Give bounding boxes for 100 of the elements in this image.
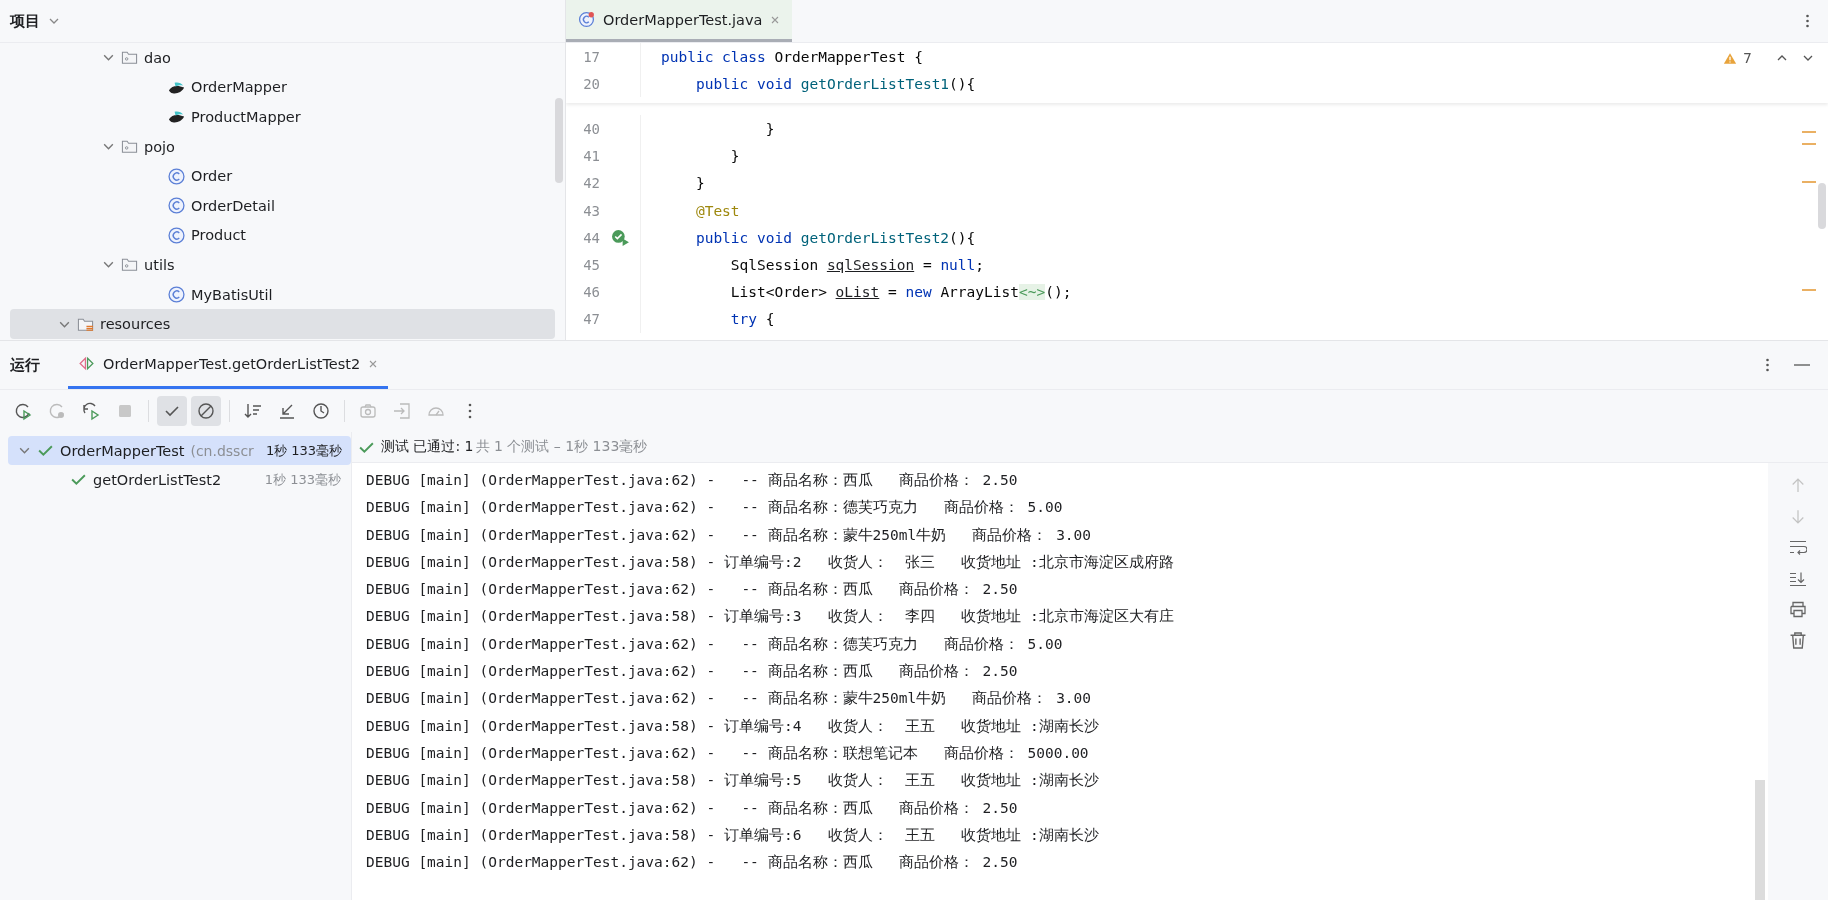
console-line: DEBUG [main] (OrderMapperTest.java:58) - 订单编号:6 收货人： 王五 收货地址 :湖南长沙 [366, 825, 1099, 845]
line-number: 40 [582, 120, 600, 137]
show-passed-button[interactable] [157, 396, 187, 426]
code-line: } [729, 148, 740, 165]
test-summary: 共 1 个测试 – 1秒 133毫秒 [475, 438, 648, 456]
console-line: DEBUG [main] (OrderMapperTest.java:62) - -- 商品名称：西瓜 商品价格： 2.50 [366, 853, 1018, 873]
tree-item-label: Product [191, 227, 247, 244]
tree-item-label: resources [100, 316, 171, 333]
code-line: List<Order> oList = new ArrayList<~>(); [729, 284, 1072, 301]
panel-title: 项目 [10, 11, 40, 31]
tree-item[interactable]: Order [10, 161, 555, 191]
folder-icon [121, 49, 138, 67]
tree-item[interactable]: Product [10, 220, 555, 251]
scrollbar-thumb[interactable] [1755, 780, 1765, 900]
console-line: DEBUG [main] (OrderMapperTest.java:58) - 订单编号:2 收货人： 张三 收货地址 :北京市海淀区成府路 [366, 552, 1174, 572]
rerun-icon [13, 401, 33, 421]
console-line: DEBUG [main] (OrderMapperTest.java:58) - 订单编号:3 收货人： 李四 收货地址 :北京市海淀区大有庄 [366, 607, 1174, 627]
class-icon [168, 197, 185, 215]
trash-icon[interactable] [1789, 632, 1807, 649]
tree-item[interactable]: OrderMapper [10, 72, 555, 103]
scroll-to-end-icon[interactable] [1789, 570, 1807, 587]
code-line: public void getOrderListTest1(){ [694, 75, 976, 92]
more-icon[interactable] [1805, 13, 1810, 29]
code-line: public class OrderMapperTest { [661, 48, 923, 65]
code-line: SqlSession sqlSession = null; [729, 256, 985, 273]
line-number: 45 [582, 256, 600, 273]
tree-item-label: dao [144, 49, 171, 66]
cancel-icon [196, 401, 216, 421]
class-icon [168, 226, 185, 244]
warning-icon[interactable] [1723, 51, 1738, 65]
close-icon[interactable] [770, 14, 781, 25]
line-number: 41 [582, 148, 600, 165]
tree-item[interactable]: OrderDetail [10, 190, 555, 221]
console-line: DEBUG [main] (OrderMapperTest.java:62) - -- 商品名称：西瓜 商品价格： 2.50 [366, 798, 1018, 818]
rerun-failed-icon [47, 401, 67, 421]
code-line: } [694, 175, 705, 192]
test-name: OrderMapperTest [60, 442, 185, 459]
test-tree-item[interactable]: OrderMapperTest (cn.dsscr 1秒 133毫秒 [8, 436, 351, 465]
test-tree-item[interactable]: getOrderListTest2 1秒 133毫秒 [8, 465, 351, 494]
test-duration: 1秒 133毫秒 [265, 441, 343, 460]
test-name: getOrderListTest2 [93, 471, 222, 488]
test-class-icon [578, 11, 595, 28]
code-line: try { [729, 311, 775, 328]
code-line: @Test [694, 202, 740, 219]
line-number: 46 [582, 284, 600, 301]
line-number: 47 [582, 311, 600, 328]
run-test-icon[interactable] [610, 229, 630, 247]
tree-item[interactable]: ProductMapper [10, 102, 555, 132]
close-icon[interactable] [368, 358, 379, 369]
scrollbar-thumb[interactable] [555, 98, 563, 183]
show-ignored-button[interactable] [191, 396, 221, 426]
console-line: DEBUG [main] (OrderMapperTest.java:62) - -- 商品名称：西瓜 商品价格： 2.50 [366, 471, 1018, 490]
camera-icon [358, 401, 378, 421]
line-number: 43 [582, 202, 600, 219]
folder-icon [121, 138, 138, 156]
console-line: DEBUG [main] (OrderMapperTest.java:62) - -- 商品名称：西瓜 商品价格： 2.50 [366, 662, 1018, 682]
line-number: 42 [582, 175, 600, 192]
line-number: 44 [582, 229, 600, 246]
console-line: DEBUG [main] (OrderMapperTest.java:62) - -- 商品名称：德芙巧克力 商品价格： 5.00 [366, 634, 1063, 654]
tree-item-label: pojo [144, 138, 175, 155]
class-icon [168, 286, 185, 304]
clock-icon [311, 401, 331, 421]
line-number: 17 [582, 48, 600, 65]
console-line: DEBUG [main] (OrderMapperTest.java:62) - -- 商品名称：蒙牛250ml牛奶 商品价格： 3.00 [366, 525, 1092, 545]
tree-item-label: OrderDetail [191, 197, 275, 214]
scrollbar-thumb[interactable] [1818, 183, 1826, 229]
test-diff-icon [78, 355, 95, 372]
auto-test-icon [81, 401, 101, 421]
tree-item[interactable]: MyBatisUtil [10, 279, 555, 310]
tree-item[interactable]: dao [10, 43, 555, 73]
console-line: DEBUG [main] (OrderMapperTest.java:58) - 订单编号:4 收货人： 王五 收货地址 :湖南长沙 [366, 716, 1099, 736]
run-tab[interactable]: OrderMapperTest.getOrderListTest2 [68, 341, 389, 389]
editor-tab[interactable]: OrderMapperTest.java [566, 0, 793, 42]
console-line: DEBUG [main] (OrderMapperTest.java:62) - -- 商品名称：西瓜 商品价格： 2.50 [366, 580, 1018, 600]
line-number: 20 [582, 75, 600, 92]
test-duration: 1秒 133毫秒 [264, 470, 341, 489]
print-icon[interactable] [1789, 601, 1807, 618]
more-icon[interactable] [1765, 357, 1770, 373]
minimize-icon[interactable] [1794, 363, 1810, 367]
soft-wrap-icon[interactable] [1789, 539, 1807, 556]
folder-icon [121, 256, 138, 274]
warning-count: 7 [1743, 50, 1752, 66]
console-line: DEBUG [main] (OrderMapperTest.java:62) - -- 商品名称：蒙牛250ml牛奶 商品价格： 3.00 [366, 689, 1092, 709]
console-line: DEBUG [main] (OrderMapperTest.java:62) - -- 商品名称：德芙巧克力 商品价格： 5.00 [366, 498, 1063, 518]
more-icon [468, 403, 472, 419]
tree-item[interactable]: utils [10, 250, 555, 280]
tree-item-label: Order [191, 168, 233, 185]
tree-item[interactable]: pojo [10, 131, 555, 162]
code-line: public void getOrderListTest2(){ [694, 229, 976, 246]
tree-item-label: utils [144, 256, 175, 273]
code-line: } [764, 120, 775, 137]
import-icon [392, 401, 412, 421]
test-package: (cn.dsscr [190, 442, 254, 459]
tree-item-label: ProductMapper [191, 109, 301, 125]
tree-item[interactable]: resources [10, 309, 555, 339]
console-line: DEBUG [main] (OrderMapperTest.java:62) - -- 商品名称：联想笔记本 商品价格： 5000.00 [366, 743, 1089, 763]
tree-item-label: OrderMapper [191, 79, 287, 96]
console-line: DEBUG [main] (OrderMapperTest.java:58) - 订单编号:5 收货人： 王五 收货地址 :湖南长沙 [366, 771, 1099, 791]
panel-title: 运行 [10, 355, 40, 375]
tree-item-label: MyBatisUtil [191, 286, 273, 303]
